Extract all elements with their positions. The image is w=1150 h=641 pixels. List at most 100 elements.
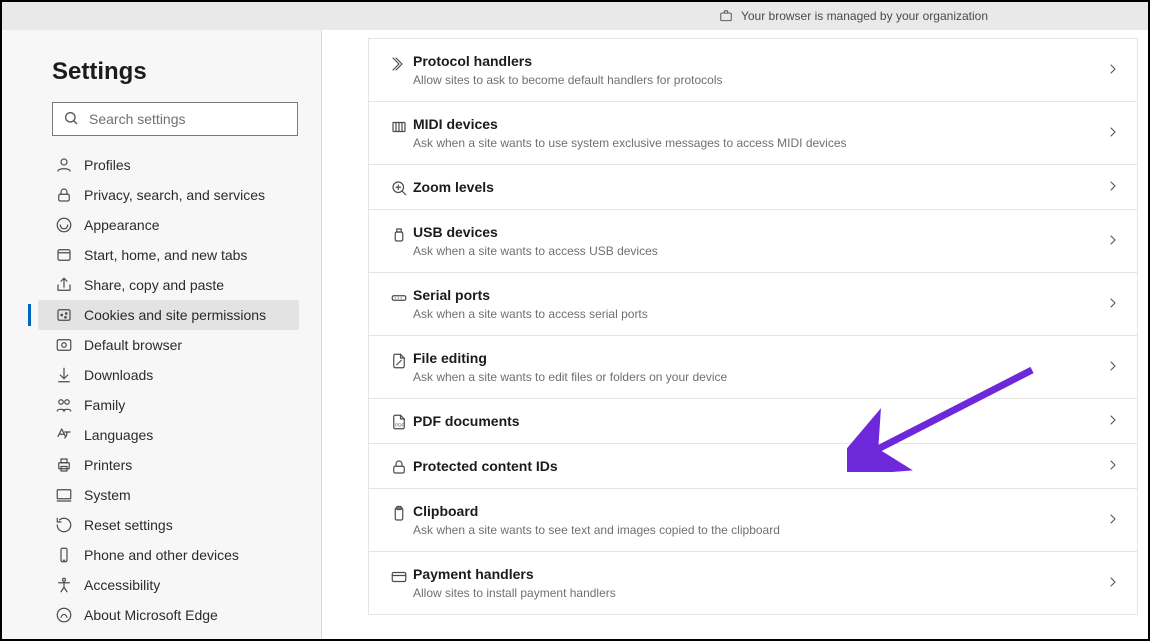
permission-title: MIDI devices (413, 116, 1097, 132)
protocol-icon (385, 55, 413, 73)
briefcase-icon (719, 9, 733, 23)
sidebar-item-label: About Microsoft Edge (84, 607, 218, 623)
chevron-right-icon (1105, 574, 1121, 593)
clipboard-icon (385, 505, 413, 523)
settings-heading: Settings (52, 58, 299, 86)
permission-row-pdf[interactable]: PDF PDF documents (369, 398, 1137, 443)
permission-row-protocol[interactable]: Protocol handlers Allow sites to ask to b… (369, 38, 1137, 101)
sidebar-item-label: Default browser (84, 337, 182, 353)
sidebar-item-family[interactable]: Family (38, 390, 299, 420)
permission-desc: Allow sites to install payment handlers (413, 586, 1097, 600)
sidebar-item-default[interactable]: Default browser (38, 330, 299, 360)
permission-desc: Ask when a site wants to edit files or f… (413, 370, 1097, 384)
permission-row-serial[interactable]: Serial ports Ask when a site wants to acc… (369, 272, 1137, 335)
sidebar-item-cookies[interactable]: Cookies and site permissions (38, 300, 299, 330)
chevron-right-icon (1105, 232, 1121, 251)
midi-icon (385, 118, 413, 136)
system-icon (52, 486, 76, 504)
svg-text:PDF: PDF (395, 423, 404, 428)
sidebar-item-privacy[interactable]: Privacy, search, and services (38, 180, 299, 210)
sidebar-item-phone[interactable]: Phone and other devices (38, 540, 299, 570)
sidebar-item-label: Reset settings (84, 517, 173, 533)
permission-row-protected[interactable]: Protected content IDs (369, 443, 1137, 488)
permission-desc: Ask when a site wants to use system excl… (413, 136, 1097, 150)
appearance-icon (52, 216, 76, 234)
chevron-right-icon (1105, 295, 1121, 314)
chevron-right-icon (1105, 358, 1121, 377)
usb-icon (385, 226, 413, 244)
sidebar-item-printers[interactable]: Printers (38, 450, 299, 480)
sidebar-item-label: Accessibility (84, 577, 160, 593)
managed-text: Your browser is managed by your organiza… (741, 9, 988, 23)
sidebar-item-about[interactable]: About Microsoft Edge (38, 600, 299, 630)
search-settings-box[interactable] (52, 102, 298, 136)
sidebar-item-label: Printers (84, 457, 132, 473)
sidebar-item-label: Family (84, 397, 125, 413)
permission-desc: Ask when a site wants to see text and im… (413, 523, 1097, 537)
default-icon (52, 336, 76, 354)
permission-row-fileedit[interactable]: File editing Ask when a site wants to edi… (369, 335, 1137, 398)
sidebar-item-system[interactable]: System (38, 480, 299, 510)
sidebar-item-languages[interactable]: Languages (38, 420, 299, 450)
sidebar-item-share[interactable]: Share, copy and paste (38, 270, 299, 300)
sidebar-item-label: Downloads (84, 367, 153, 383)
permission-desc: Ask when a site wants to access serial p… (413, 307, 1097, 321)
permission-title: Serial ports (413, 287, 1097, 303)
sidebar-item-label: System (84, 487, 131, 503)
sidebar-item-accessibility[interactable]: Accessibility (38, 570, 299, 600)
chevron-right-icon (1105, 457, 1121, 476)
sidebar-item-profiles[interactable]: Profiles (38, 150, 299, 180)
permission-title: Protected content IDs (413, 458, 1097, 474)
permission-title: Zoom levels (413, 179, 1097, 195)
sidebar-item-label: Appearance (84, 217, 160, 233)
main-panel: Protocol handlers Allow sites to ask to b… (322, 30, 1148, 639)
serial-icon (385, 289, 413, 307)
printers-icon (52, 456, 76, 474)
share-icon (52, 276, 76, 294)
sidebar-item-label: Privacy, search, and services (84, 187, 265, 203)
sidebar-item-label: Start, home, and new tabs (84, 247, 247, 263)
sidebar-item-reset[interactable]: Reset settings (38, 510, 299, 540)
payment-icon (385, 568, 413, 586)
settings-sidebar: Settings Profiles Privacy, search, and se… (2, 30, 322, 639)
chevron-right-icon (1105, 511, 1121, 530)
languages-icon (52, 426, 76, 444)
profiles-icon (52, 156, 76, 174)
permission-desc: Allow sites to ask to become default han… (413, 73, 1097, 87)
permission-rows: Protocol handlers Allow sites to ask to b… (368, 38, 1138, 615)
permission-row-usb[interactable]: USB devicesAsk when a site wants to acce… (369, 209, 1137, 272)
sidebar-item-start[interactable]: Start, home, and new tabs (38, 240, 299, 270)
privacy-icon (52, 186, 76, 204)
permission-row-midi[interactable]: MIDI devices Ask when a site wants to use… (369, 101, 1137, 164)
chevron-right-icon (1105, 412, 1121, 431)
protected-icon (385, 458, 413, 476)
downloads-icon (52, 366, 76, 384)
permission-title: File editing (413, 350, 1097, 366)
cookies-icon (52, 306, 76, 324)
chevron-right-icon (1105, 178, 1121, 197)
start-icon (52, 246, 76, 264)
sidebar-item-label: Languages (84, 427, 153, 443)
phone-icon (52, 546, 76, 564)
chevron-right-icon (1105, 124, 1121, 143)
sidebar-item-label: Profiles (84, 157, 131, 173)
permission-title: Protocol handlers (413, 53, 1097, 69)
family-icon (52, 396, 76, 414)
permission-title: Payment handlers (413, 566, 1097, 582)
permission-title: PDF documents (413, 413, 1097, 429)
search-icon (63, 110, 79, 129)
search-input[interactable] (89, 111, 287, 127)
zoom-icon (385, 179, 413, 197)
permission-row-zoom[interactable]: Zoom levels (369, 164, 1137, 209)
sidebar-item-downloads[interactable]: Downloads (38, 360, 299, 390)
permission-title: Clipboard (413, 503, 1097, 519)
fileedit-icon (385, 352, 413, 370)
about-icon (52, 606, 76, 624)
sidebar-item-label: Cookies and site permissions (84, 307, 266, 323)
sidebar-item-label: Share, copy and paste (84, 277, 224, 293)
sidebar-item-appearance[interactable]: Appearance (38, 210, 299, 240)
permission-row-clipboard[interactable]: Clipboard Ask when a site wants to see te… (369, 488, 1137, 551)
chevron-right-icon (1105, 61, 1121, 80)
permission-row-payment[interactable]: Payment handlers Allow sites to install p… (369, 551, 1137, 614)
reset-icon (52, 516, 76, 534)
